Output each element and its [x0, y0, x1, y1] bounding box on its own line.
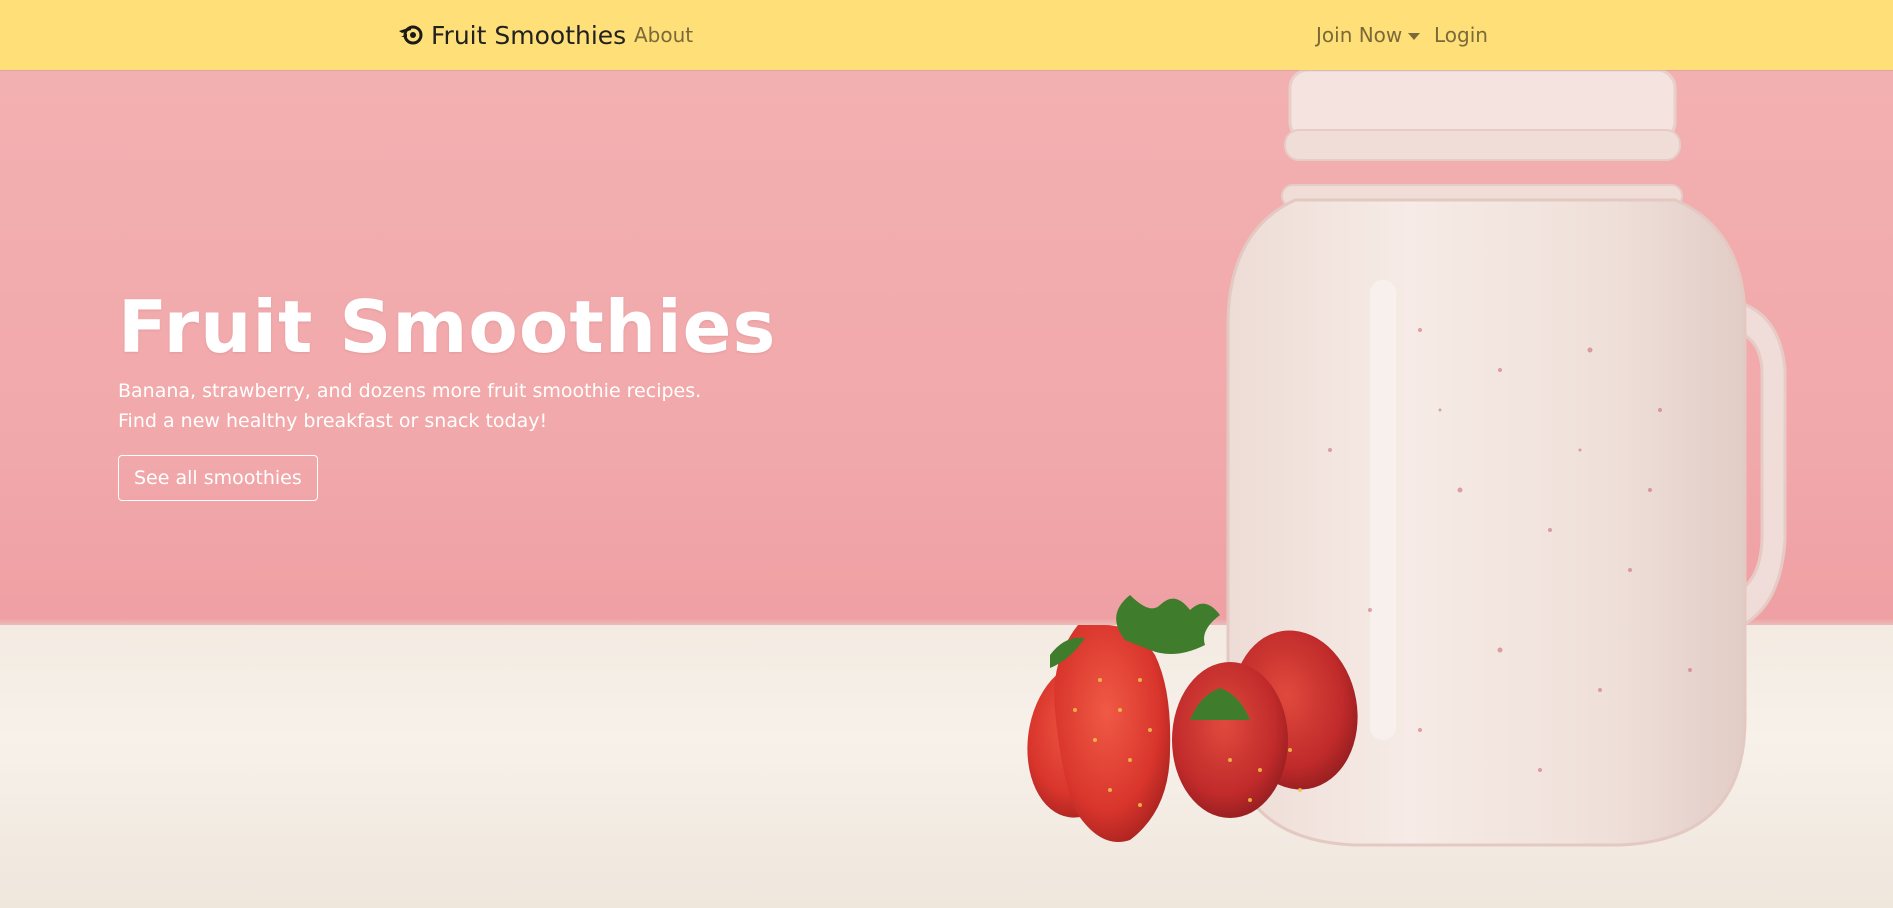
nav-login-link[interactable]: Login [1434, 0, 1488, 70]
brand-link[interactable]: Fruit Smoothies [397, 0, 626, 70]
blender-logo-icon [397, 21, 425, 49]
hero-subtitle: Banana, strawberry, and dozens more frui… [118, 376, 818, 436]
brand-label: Fruit Smoothies [431, 20, 627, 50]
caret-down-icon [1408, 32, 1421, 40]
join-now-dropdown[interactable]: Join Now [1316, 0, 1421, 70]
hero-subtitle-line-1: Banana, strawberry, and dozens more frui… [118, 380, 702, 402]
see-all-smoothies-button[interactable]: See all smoothies [118, 455, 318, 501]
top-navbar: Fruit Smoothies About Join Now Login [0, 0, 1893, 70]
nav-about-link[interactable]: About [634, 0, 693, 70]
hero-section: Fruit Smoothies Banana, strawberry, and … [0, 70, 1893, 908]
hero-title: Fruit Smoothies [118, 285, 777, 369]
hero-subtitle-line-2: Find a new healthy breakfast or snack to… [118, 410, 548, 432]
smoothie-jar-image [1027, 70, 1787, 847]
join-now-label: Join Now [1316, 23, 1403, 47]
